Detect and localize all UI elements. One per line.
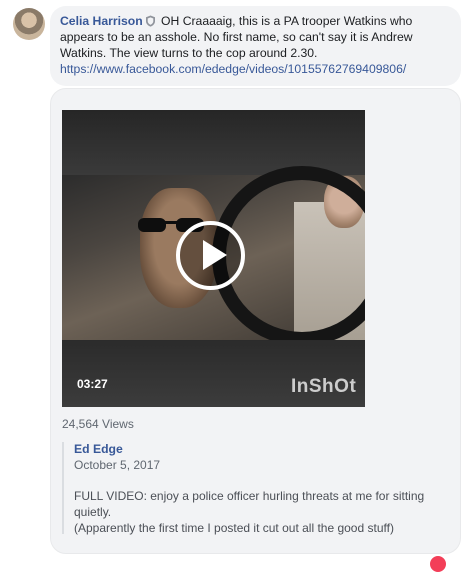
shared-post-author[interactable]: Ed Edge xyxy=(74,442,123,456)
view-count: 24,564 Views xyxy=(62,417,134,431)
commenter-avatar[interactable] xyxy=(13,8,45,40)
shared-post-text-line1: FULL VIDEO: enjoy a police officer hurli… xyxy=(74,489,425,519)
shared-post-date[interactable]: October 5, 2017 xyxy=(74,458,160,472)
play-button[interactable] xyxy=(176,221,245,290)
comment-author-link[interactable]: Celia Harrison xyxy=(60,14,143,28)
comment-link[interactable]: https://www.facebook.com/ededge/videos/1… xyxy=(60,62,406,76)
video-duration: 03:27 xyxy=(77,377,108,391)
video-frame-top xyxy=(62,110,365,175)
shared-post-text-line2: (Apparently the first time I posted it c… xyxy=(74,521,394,535)
video-player[interactable]: 03:27 InShOt xyxy=(62,110,365,407)
play-icon xyxy=(203,240,227,270)
reaction-icon[interactable] xyxy=(428,554,448,574)
video-watermark: InShOt xyxy=(291,376,357,397)
comment-bubble: Celia Harrison OH Craaaaig, this is a PA… xyxy=(50,6,461,86)
shield-icon xyxy=(145,15,155,27)
quote-divider xyxy=(62,442,64,534)
shared-post-text: FULL VIDEO: enjoy a police officer hurli… xyxy=(74,488,454,536)
